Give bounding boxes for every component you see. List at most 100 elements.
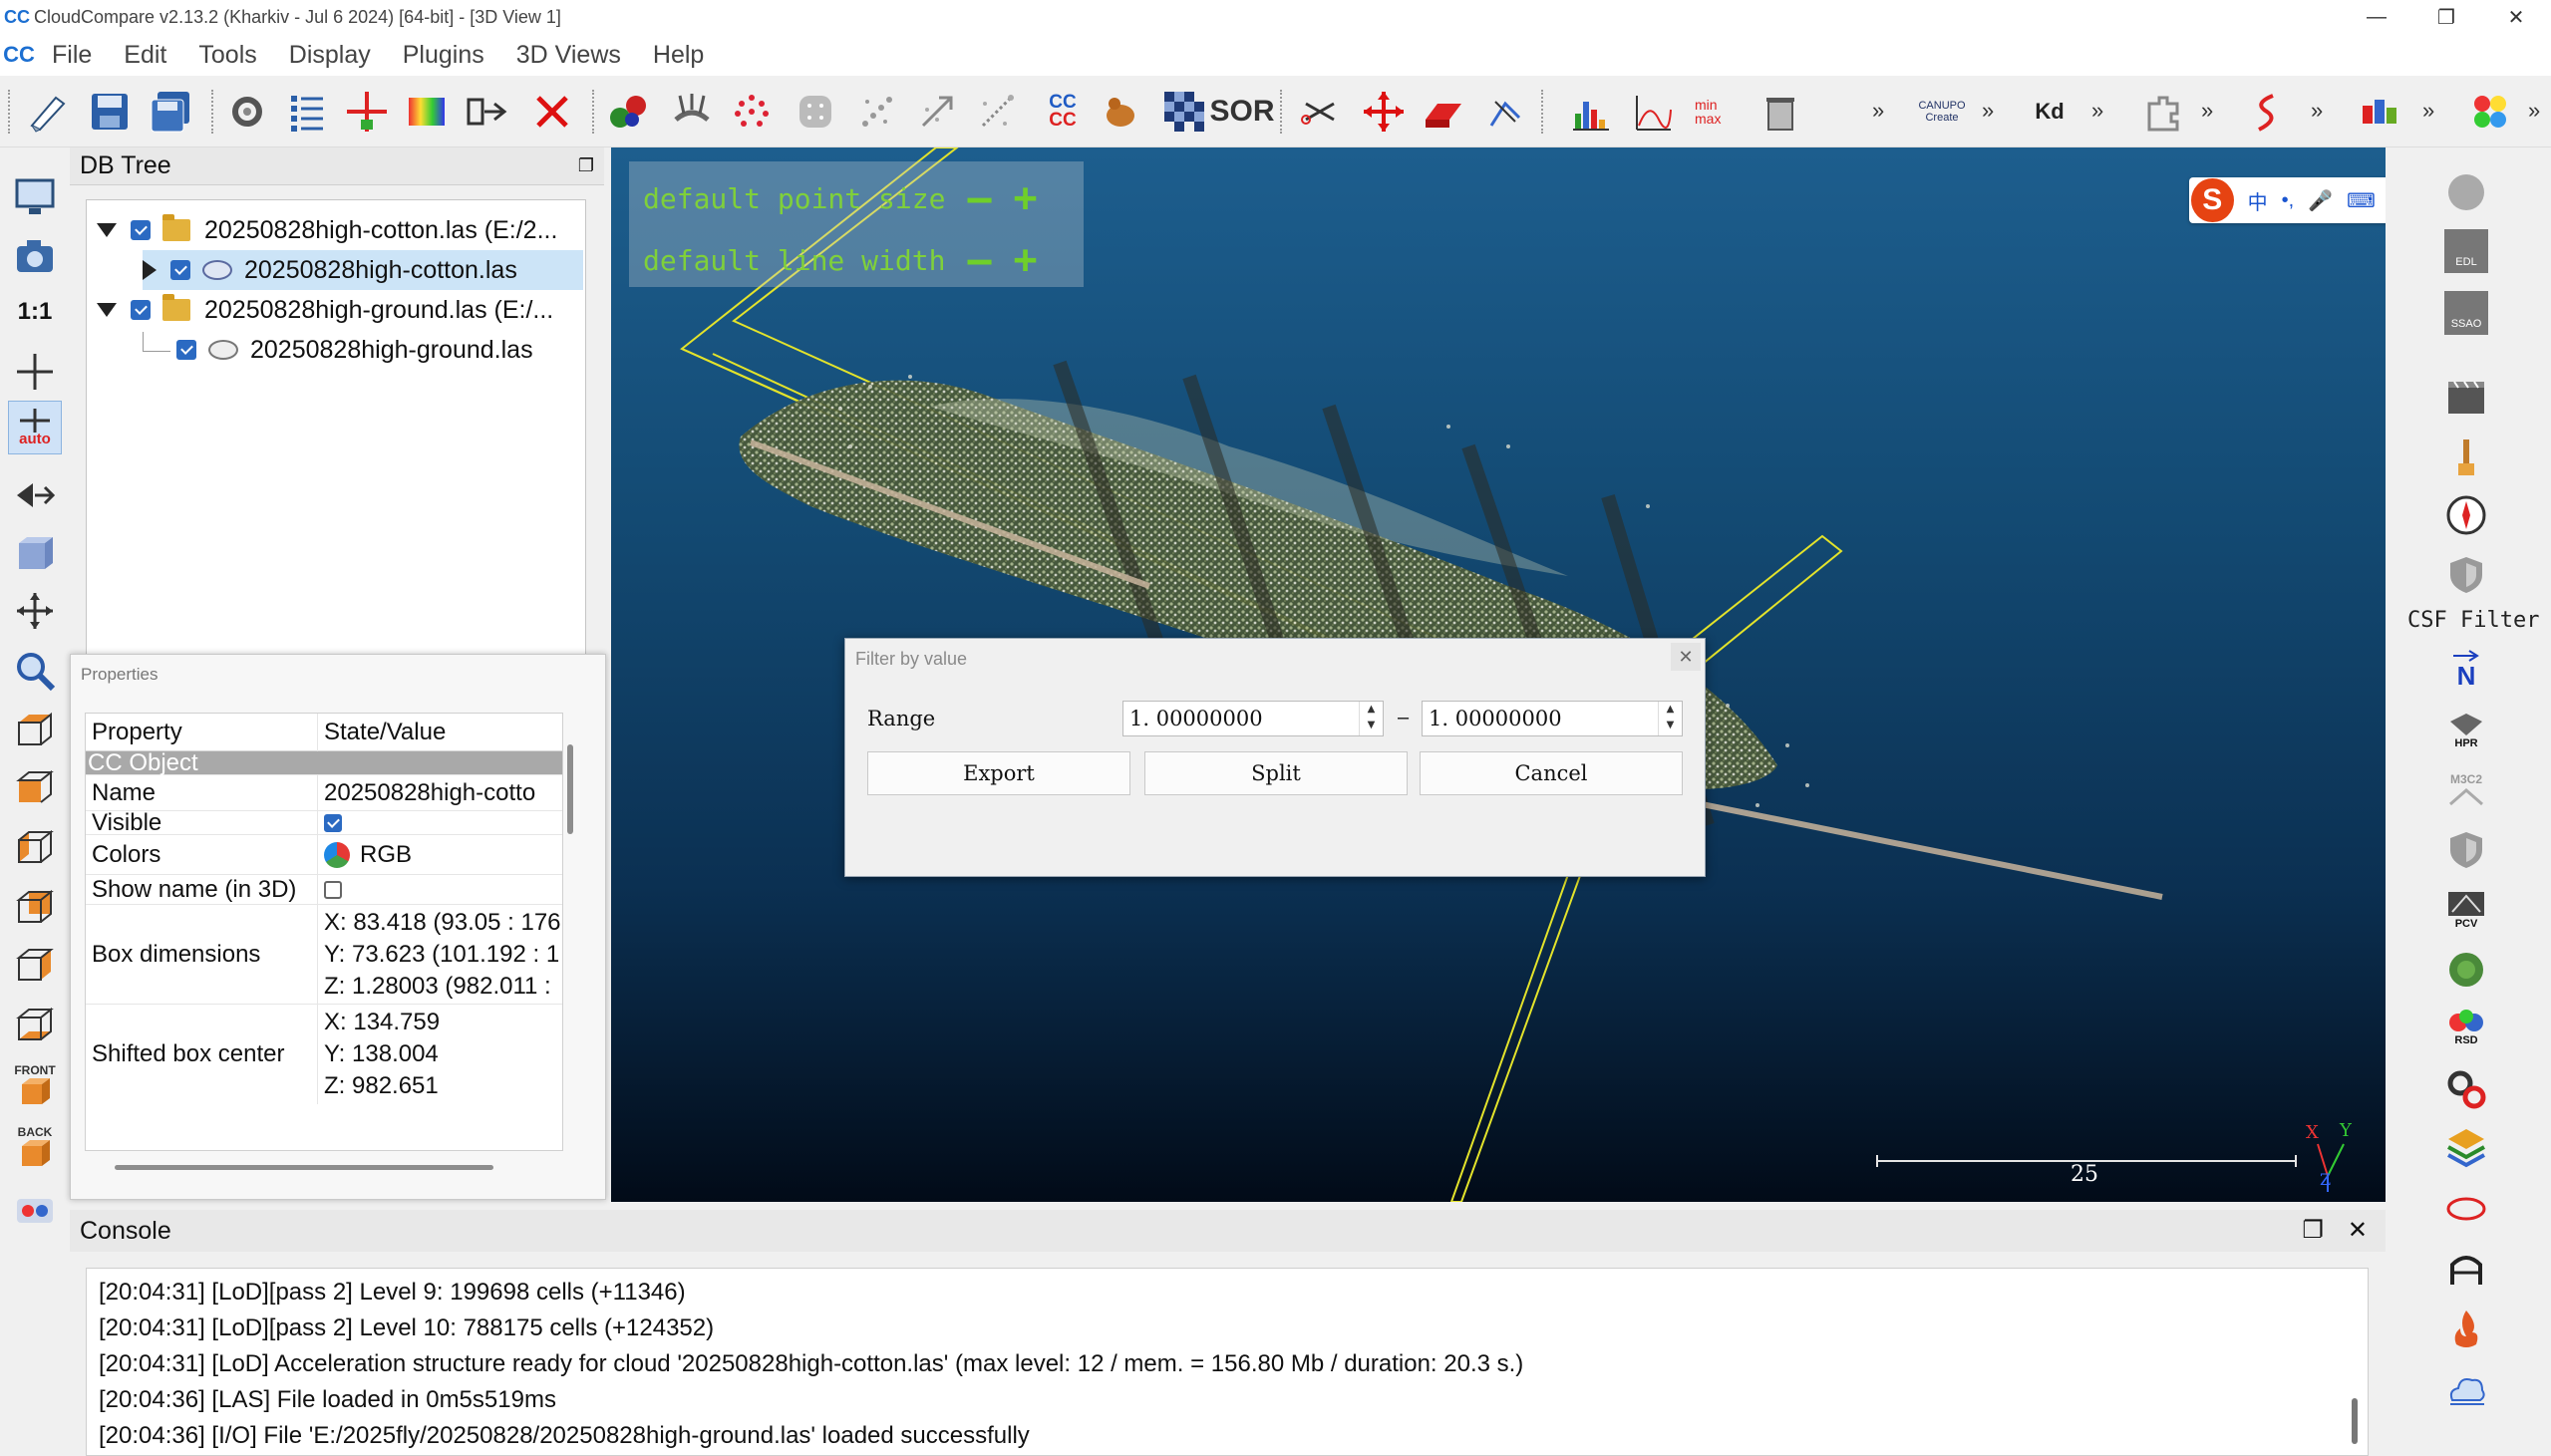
trash-icon[interactable]: [1756, 88, 1804, 136]
view-bottom-icon[interactable]: [8, 999, 62, 1052]
menu-logo-icon[interactable]: CC: [2, 40, 36, 70]
kd-tree-icon[interactable]: Kd: [2026, 88, 2073, 136]
open-icon[interactable]: [24, 88, 72, 136]
restore-icon[interactable]: ❐: [2411, 0, 2481, 34]
cloud-compare-icon[interactable]: CC CC: [1039, 88, 1087, 136]
filter-shield-icon[interactable]: [2441, 825, 2491, 875]
registration-icon[interactable]: [973, 88, 1021, 136]
toolbar-overflow-3[interactable]: »: [2091, 98, 2103, 124]
delete-icon[interactable]: [528, 88, 576, 136]
ssao-shader-icon[interactable]: SSAO: [2444, 291, 2488, 335]
range-max-stepper-icon[interactable]: ▲ ▼: [1658, 702, 1682, 735]
fire-icon[interactable]: [2441, 1304, 2491, 1353]
visibility-checkbox[interactable]: [131, 220, 151, 240]
point-size-increase-button[interactable]: +: [1014, 175, 1038, 221]
merge-icon[interactable]: [604, 88, 652, 136]
shield-icon[interactable]: [2441, 550, 2491, 600]
property-row-visible[interactable]: Visible: [86, 809, 562, 836]
sor-filter-icon[interactable]: SOR: [1210, 88, 1275, 136]
ime-punctuation-icon[interactable]: •,: [2282, 189, 2295, 212]
console-scrollbar[interactable]: [2352, 1398, 2358, 1444]
colors-value[interactable]: RGB: [360, 841, 412, 869]
min-max-icon[interactable]: min max: [1695, 88, 1743, 136]
console-close-icon[interactable]: ✕: [2348, 1216, 2368, 1245]
toolbar-overflow-4[interactable]: »: [2201, 98, 2213, 124]
view-right-icon[interactable]: [8, 939, 62, 993]
layers-icon[interactable]: [2441, 1122, 2491, 1172]
collapse-arrow-icon[interactable]: [97, 303, 117, 317]
segment-icon[interactable]: [463, 88, 510, 136]
camera-icon[interactable]: [8, 229, 62, 283]
north-arrow-icon[interactable]: N: [2441, 644, 2491, 694]
canupo-icon[interactable]: CANUPO Create: [1918, 88, 1966, 136]
line-width-increase-button[interactable]: +: [1014, 237, 1038, 283]
stereo-view-icon[interactable]: [8, 1184, 62, 1238]
toolbar-overflow-2[interactable]: »: [1982, 98, 1994, 124]
auto-pivot-button[interactable]: auto: [8, 401, 62, 454]
settings-icon[interactable]: [223, 88, 271, 136]
line-width-decrease-button[interactable]: —: [967, 237, 991, 283]
toolbar-overflow-7[interactable]: »: [2528, 98, 2540, 124]
cube-view-icon[interactable]: [8, 528, 62, 582]
show-name-checkbox[interactable]: [324, 880, 342, 899]
column-header-property[interactable]: Property: [86, 714, 317, 751]
point-size-decrease-button[interactable]: —: [967, 175, 991, 221]
m3c2-icon[interactable]: M3C2: [2441, 765, 2491, 815]
tree-item-cotton-cloud[interactable]: 20250828high-cotton.las: [143, 250, 583, 290]
menu-3d-views[interactable]: 3D Views: [500, 34, 637, 76]
tree-item-ground-cloud[interactable]: 20250828high-ground.las: [143, 330, 533, 370]
view-top-icon[interactable]: [8, 704, 62, 757]
translate-rotate-icon[interactable]: [1360, 88, 1408, 136]
console-log[interactable]: [20:04:31] [LoD][pass 2] Level 9: 199698…: [86, 1268, 2369, 1456]
dialog-close-button[interactable]: ✕: [1671, 643, 1701, 671]
cloud-mesh-icon[interactable]: [2441, 1363, 2491, 1413]
color-scale-icon[interactable]: [403, 88, 451, 136]
export-button[interactable]: Export: [867, 751, 1130, 795]
visibility-checkbox[interactable]: [131, 300, 151, 320]
cross-section-icon[interactable]: [1420, 88, 1467, 136]
save-all-icon[interactable]: [148, 88, 195, 136]
ime-keyboard-icon[interactable]: ⌨: [2347, 188, 2376, 213]
noise-filter-icon[interactable]: [853, 88, 901, 136]
cancel-button[interactable]: Cancel: [1420, 751, 1683, 795]
visible-checkbox[interactable]: [324, 813, 342, 832]
list-icon[interactable]: [283, 88, 331, 136]
scale-icon[interactable]: [913, 88, 961, 136]
sphere-fit-icon[interactable]: [2441, 945, 2491, 995]
toolbar-overflow-6[interactable]: »: [2422, 98, 2434, 124]
train-plugin-icon[interactable]: [2466, 88, 2514, 136]
perspective-icon[interactable]: [8, 468, 62, 522]
sample-points-icon[interactable]: [728, 88, 776, 136]
ellipse-fit-icon[interactable]: [2441, 1184, 2491, 1234]
toolbar-overflow-1[interactable]: »: [1872, 98, 1884, 124]
arch-icon[interactable]: [2441, 1244, 2491, 1294]
visibility-checkbox[interactable]: [176, 340, 196, 360]
properties-horizontal-scrollbar[interactable]: [115, 1165, 493, 1170]
edl-shader-icon[interactable]: EDL: [2444, 229, 2488, 273]
curve-icon[interactable]: [2243, 88, 2291, 136]
column-header-value[interactable]: State/Value: [317, 714, 562, 751]
statistics-icon[interactable]: [1629, 88, 1677, 136]
range-min-spinbox[interactable]: 1. 00000000 ▲ ▼: [1122, 701, 1384, 736]
add-point-icon[interactable]: [343, 88, 391, 136]
plugin-globe-icon[interactable]: [2441, 167, 2491, 217]
expand-arrow-icon[interactable]: [143, 260, 157, 280]
gears-icon[interactable]: [2441, 1064, 2491, 1114]
console-undock-icon[interactable]: ❐: [2302, 1216, 2324, 1245]
classification-icon[interactable]: [2357, 88, 2404, 136]
pick-points-icon[interactable]: [1481, 88, 1529, 136]
view-iso-back-icon[interactable]: BACK: [8, 1120, 62, 1174]
toolbar-overflow-5[interactable]: »: [2311, 98, 2323, 124]
range-min-stepper-icon[interactable]: ▲ ▼: [1359, 702, 1383, 735]
csf-filter-label[interactable]: CSF Filter: [2407, 608, 2539, 633]
collapse-arrow-icon[interactable]: [97, 223, 117, 237]
potato-icon[interactable]: [1097, 88, 1144, 136]
minimize-icon[interactable]: —: [2342, 0, 2411, 34]
section-cc-object[interactable]: CC Object: [86, 751, 562, 775]
split-button[interactable]: Split: [1144, 751, 1408, 795]
properties-vertical-scrollbar[interactable]: [567, 744, 573, 834]
property-value[interactable]: 20250828high-cotto: [317, 775, 562, 810]
tree-item-cotton-folder[interactable]: 20250828high-cotton.las (E:/2...: [97, 210, 557, 250]
menu-display[interactable]: Display: [273, 34, 387, 76]
plugin-puzzle-icon[interactable]: [2139, 88, 2187, 136]
